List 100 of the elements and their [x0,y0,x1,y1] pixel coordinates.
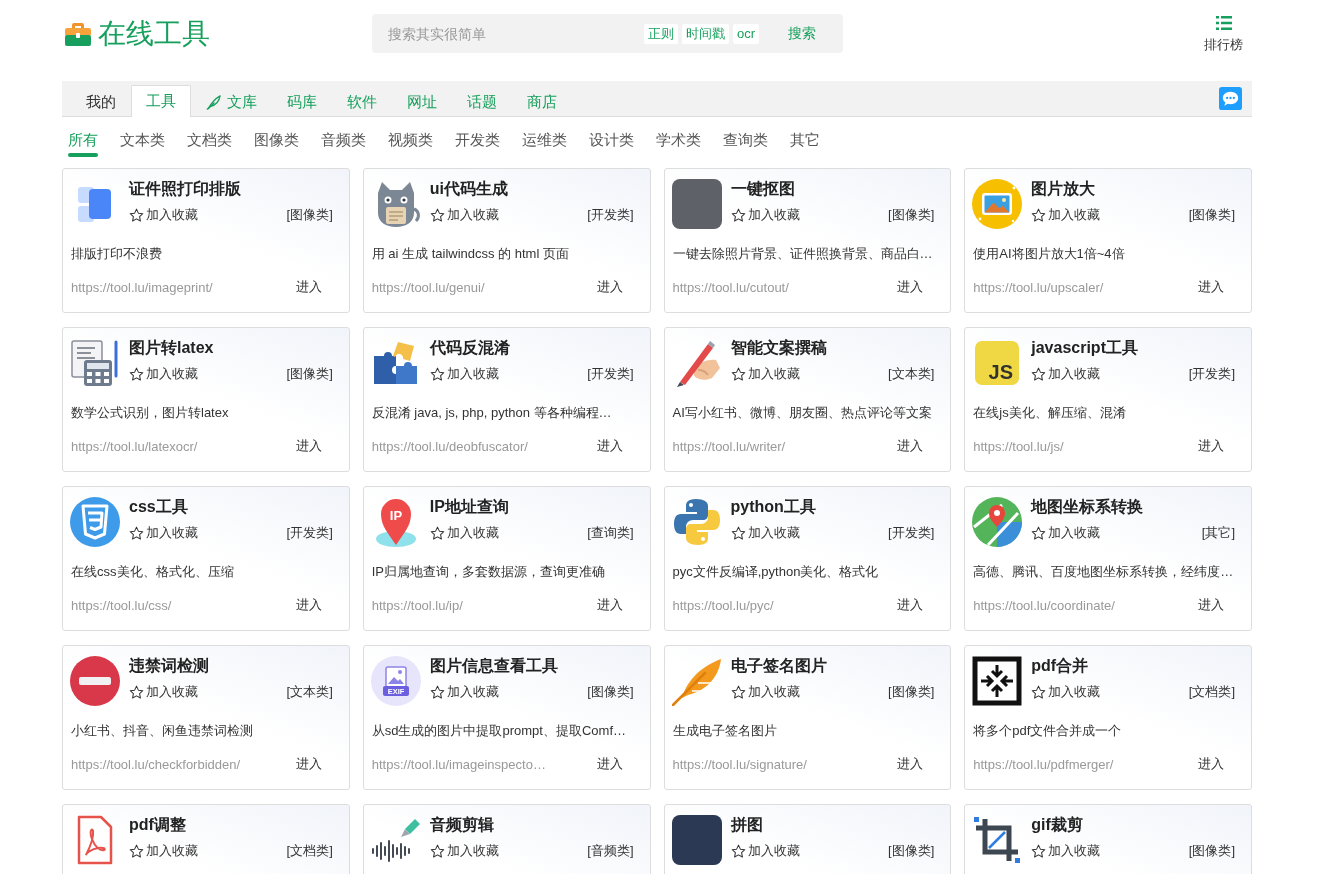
category-link[interactable]: [图像类] [587,683,634,701]
category-link[interactable]: [音频类] [587,842,634,860]
favorite-link[interactable]: 加入收藏 [1031,206,1101,224]
tool-title[interactable]: 地图坐标系转换 [1031,497,1144,517]
category-tab[interactable]: 视频类 [388,129,433,157]
tool-title[interactable]: pdf合并 [1031,656,1089,676]
category-link[interactable]: [文本类] [286,683,333,701]
chat-icon[interactable] [1219,87,1242,110]
category-tab[interactable]: 其它 [790,129,820,157]
search-field[interactable]: 搜索其实很简单 [388,21,640,46]
category-link[interactable]: [图像类] [286,206,333,224]
enter-button[interactable]: 进入 [886,278,935,296]
enter-button[interactable]: 进入 [284,437,333,455]
favorite-link[interactable]: 加入收藏 [129,365,198,383]
category-link[interactable]: [图像类] [1188,206,1235,224]
category-link[interactable]: [图像类] [888,683,935,701]
favorite-link[interactable]: 加入收藏 [129,683,198,701]
tool-url: https://tool.lu/upscaler/ [973,279,1105,295]
favorite-link[interactable]: 加入收藏 [1031,683,1101,701]
category-tab[interactable]: 查询类 [723,129,768,157]
ranking-link[interactable]: 排行榜 [1204,16,1243,54]
category-tab[interactable]: 文本类 [120,129,165,157]
category-tab[interactable]: 所有 [68,129,98,157]
category-link[interactable]: [开发类] [888,524,935,542]
category-link[interactable]: [文本类] [888,365,935,383]
tool-title[interactable]: 电子签名图片 [730,656,827,676]
enter-button[interactable]: 进入 [284,755,333,773]
category-link[interactable]: [图像类] [1188,842,1235,860]
category-link[interactable]: [其它] [1201,524,1235,542]
category-link[interactable]: [文档类] [1188,683,1235,701]
favorite-link[interactable]: 加入收藏 [129,206,198,224]
tool-title[interactable]: 代码反混淆 [429,338,510,358]
enter-button[interactable]: 进入 [1187,278,1235,296]
quick-search-tag[interactable]: 正则 [643,23,678,44]
tool-title[interactable]: 一键抠图 [730,179,795,199]
search-box[interactable]: 搜索其实很简单 正则 时间戳 ocr 搜索 [372,14,843,53]
favorite-link[interactable]: 加入收藏 [730,683,800,701]
tool-title[interactable]: 证件照打印排版 [129,179,241,199]
category-link[interactable]: [开发类] [587,206,634,224]
category-tab[interactable]: 音频类 [321,129,366,157]
enter-button[interactable]: 进入 [284,596,333,614]
category-tab[interactable]: 开发类 [455,129,500,157]
category-link[interactable]: [开发类] [1188,365,1235,383]
favorite-link[interactable]: 加入收藏 [730,206,800,224]
enter-button[interactable]: 进入 [886,755,935,773]
enter-button[interactable]: 进入 [1187,596,1235,614]
category-tab[interactable]: 运维类 [522,129,567,157]
tool-title[interactable]: 图片信息查看工具 [429,656,558,676]
tool-title[interactable]: pdf调整 [129,815,186,835]
nav-tab[interactable]: 我的 [71,86,131,117]
tool-title[interactable]: 拼图 [730,815,763,835]
quick-search-tag[interactable]: 时间戳 [681,23,729,44]
tool-title[interactable]: 音频剪辑 [429,815,494,835]
favorite-link[interactable]: 加入收藏 [429,365,499,383]
tool-title[interactable]: gif裁剪 [1031,815,1083,835]
enter-button[interactable]: 进入 [1187,437,1235,455]
category-link[interactable]: [开发类] [587,365,634,383]
favorite-link[interactable]: 加入收藏 [1031,842,1101,860]
favorite-link[interactable]: 加入收藏 [129,524,198,542]
tool-description: 高德、腾讯、百度地图坐标系转换，经纬度… [972,563,1235,581]
enter-button[interactable]: 进入 [1187,755,1235,773]
enter-button[interactable]: 进入 [585,278,634,296]
tool-description: AI写小红书、微博、朋友圈、热点评论等文案 [671,404,933,422]
enter-button[interactable]: 进入 [585,755,634,773]
enter-button[interactable]: 进入 [886,596,935,614]
category-link[interactable]: [开发类] [286,524,333,542]
category-tab[interactable]: 设计类 [589,129,634,157]
category-link[interactable]: [图像类] [888,206,935,224]
enter-button[interactable]: 进入 [585,596,634,614]
tool-title[interactable]: 图片转latex [129,338,214,358]
category-tab[interactable]: 学术类 [656,129,701,157]
nav-tab[interactable]: 工具 [131,85,191,117]
category-link[interactable]: [文档类] [286,842,333,860]
tool-title[interactable]: python工具 [730,497,816,517]
category-link[interactable]: [图像类] [888,842,935,860]
favorite-link[interactable]: 加入收藏 [429,206,499,224]
tool-title[interactable]: 图片放大 [1031,179,1096,199]
category-tab[interactable]: 文档类 [187,129,232,157]
favorite-link[interactable]: 加入收藏 [1031,365,1101,383]
favorite-link[interactable]: 加入收藏 [1031,524,1101,542]
category-tab[interactable]: 图像类 [254,129,299,157]
favorite-link[interactable]: 加入收藏 [429,842,499,860]
enter-button[interactable]: 进入 [886,437,935,455]
tool-title[interactable]: IP地址查询 [429,497,509,517]
favorite-link[interactable]: 加入收藏 [730,524,800,542]
tool-title[interactable]: javascript工具 [1031,338,1138,358]
tool-title[interactable]: 违禁词检测 [129,656,209,676]
enter-button[interactable]: 进入 [585,437,634,455]
tool-title[interactable]: ui代码生成 [429,179,508,199]
favorite-link[interactable]: 加入收藏 [730,842,800,860]
category-link[interactable]: [图像类] [286,365,333,383]
enter-button[interactable]: 进入 [284,278,333,296]
favorite-link[interactable]: 加入收藏 [730,365,800,383]
favorite-link[interactable]: 加入收藏 [429,683,499,701]
tool-title[interactable]: 智能文案撰稿 [730,338,827,358]
favorite-link[interactable]: 加入收藏 [429,524,499,542]
tool-title[interactable]: css工具 [129,497,188,517]
quick-search-tag[interactable]: ocr [732,23,759,44]
favorite-link[interactable]: 加入收藏 [129,842,198,860]
category-link[interactable]: [查询类] [587,524,634,542]
